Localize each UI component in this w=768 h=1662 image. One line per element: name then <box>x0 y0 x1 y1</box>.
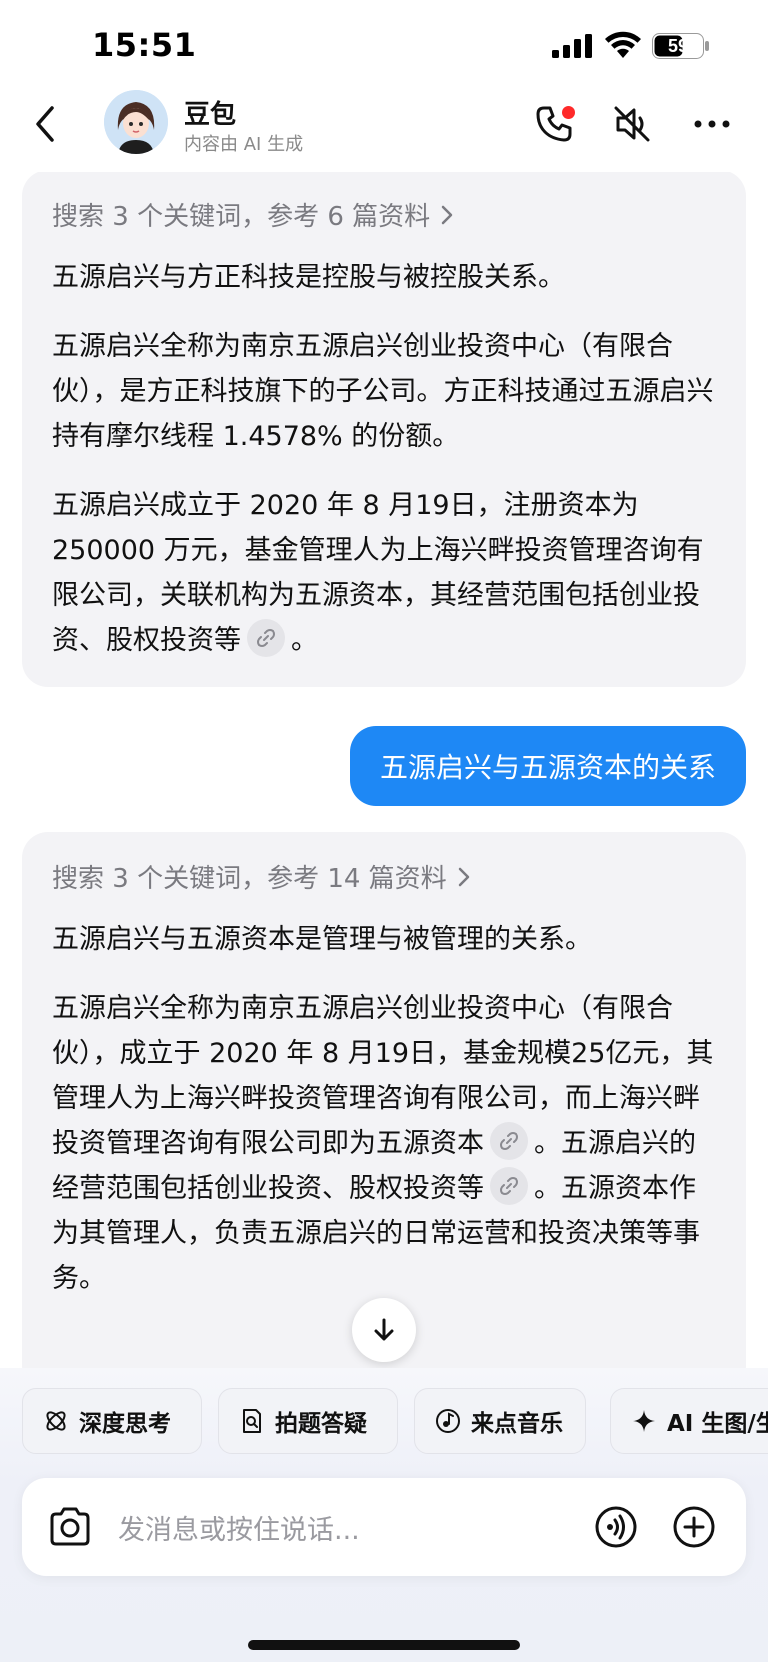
battery-icon: 59 <box>652 33 709 59</box>
camera-icon[interactable] <box>48 1506 92 1548</box>
user-message: 五源启兴与五源资本的关系 <box>349 726 746 806</box>
link-icon <box>500 1177 518 1195</box>
chip-label: 来点音乐 <box>471 1411 563 1437</box>
chip-ai-image[interactable]: AI 生图/生 <box>610 1388 768 1454</box>
chat-header: 豆包 内容由 AI 生成 <box>0 88 768 168</box>
cellular-signal-icon <box>552 34 592 58</box>
message-paragraph: 五源启兴与方正科技是控股与被控股关系。 <box>52 262 565 293</box>
link-icon <box>500 1132 518 1150</box>
chip-music[interactable]: 来点音乐 <box>414 1388 586 1454</box>
arrow-down-icon <box>374 1318 394 1341</box>
battery-level: 59 <box>668 36 688 56</box>
wifi-icon <box>605 31 641 58</box>
composer-area: 深度思考 拍题答疑 来点音乐 AI 生图/生 发消息或按住说话... <box>0 1368 768 1662</box>
message-paragraph: 五源启兴全称为南京五源启兴创业投资中心（有限合伙），成立于 2020 年 8 月… <box>52 986 716 1301</box>
bot-name: 豆包 <box>184 100 237 130</box>
avatar[interactable] <box>104 90 168 154</box>
chip-photo-question[interactable]: 拍题答疑 <box>218 1388 398 1454</box>
source-link-chip[interactable] <box>247 619 285 657</box>
atom-icon <box>46 1411 66 1431</box>
sparkle-icon <box>633 1410 655 1432</box>
status-bar: 15:51 59 <box>0 0 768 88</box>
ai-message: 搜索 3 个关键词，参考 14 篇资料 五源启兴与五源资本是管理与被管理的关系。… <box>22 832 746 1372</box>
chevron-right-icon <box>458 867 469 886</box>
message-text: 。 <box>291 625 318 656</box>
source-link-chip[interactable] <box>490 1167 528 1205</box>
message-text: 五源启兴成立于 2020 年 8 月19日，注册资本为250000 万元，基金管… <box>52 490 704 656</box>
scroll-to-bottom-button[interactable] <box>352 1298 416 1362</box>
message-input-placeholder[interactable]: 发消息或按住说话... <box>118 1508 360 1547</box>
link-icon <box>257 629 275 647</box>
call-notification-dot <box>562 106 575 119</box>
plus-icon[interactable] <box>672 1505 716 1549</box>
home-indicator <box>248 1640 520 1650</box>
ai-message: 搜索 3 个关键词，参考 6 篇资料 五源启兴与方正科技是控股与被控股关系。 五… <box>22 172 746 687</box>
avatar-illustration <box>104 90 168 154</box>
more-options-icon[interactable] <box>690 102 734 146</box>
chip-label: 深度思考 <box>79 1411 171 1437</box>
message-paragraph: 五源启兴与五源资本是管理与被管理的关系。 <box>52 924 592 955</box>
message-input-bar[interactable]: 发消息或按住说话... <box>22 1478 746 1576</box>
chip-label: 拍题答疑 <box>275 1411 367 1437</box>
source-link-chip[interactable] <box>490 1122 528 1160</box>
search-references-text: 搜索 3 个关键词，参考 14 篇资料 <box>52 864 447 894</box>
ai-generated-note: 内容由 AI 生成 <box>184 134 304 155</box>
message-paragraph: 五源启兴成立于 2020 年 8 月19日，注册资本为250000 万元，基金管… <box>52 483 716 663</box>
chevron-right-icon <box>441 205 453 224</box>
chat-message-list[interactable]: 搜索 3 个关键词，参考 6 篇资料 五源启兴与方正科技是控股与被控股关系。 五… <box>0 172 768 1372</box>
voice-call-icon[interactable] <box>594 1505 638 1549</box>
chip-label: AI 生图/生 <box>667 1411 768 1437</box>
chip-deep-thinking[interactable]: 深度思考 <box>22 1388 202 1454</box>
search-references[interactable]: 搜索 3 个关键词，参考 14 篇资料 <box>52 858 716 895</box>
music-note-icon <box>436 1409 460 1433</box>
search-references-text: 搜索 3 个关键词，参考 6 篇资料 <box>52 202 431 232</box>
status-time: 15:51 <box>92 26 197 64</box>
document-search-icon <box>243 1409 261 1433</box>
speaker-muted-icon[interactable] <box>610 102 654 146</box>
search-references[interactable]: 搜索 3 个关键词，参考 6 篇资料 <box>52 196 716 233</box>
back-arrow-icon[interactable] <box>28 102 64 146</box>
message-paragraph: 五源启兴全称为南京五源启兴创业投资中心（有限合伙），是方正科技旗下的子公司。方正… <box>52 331 714 452</box>
